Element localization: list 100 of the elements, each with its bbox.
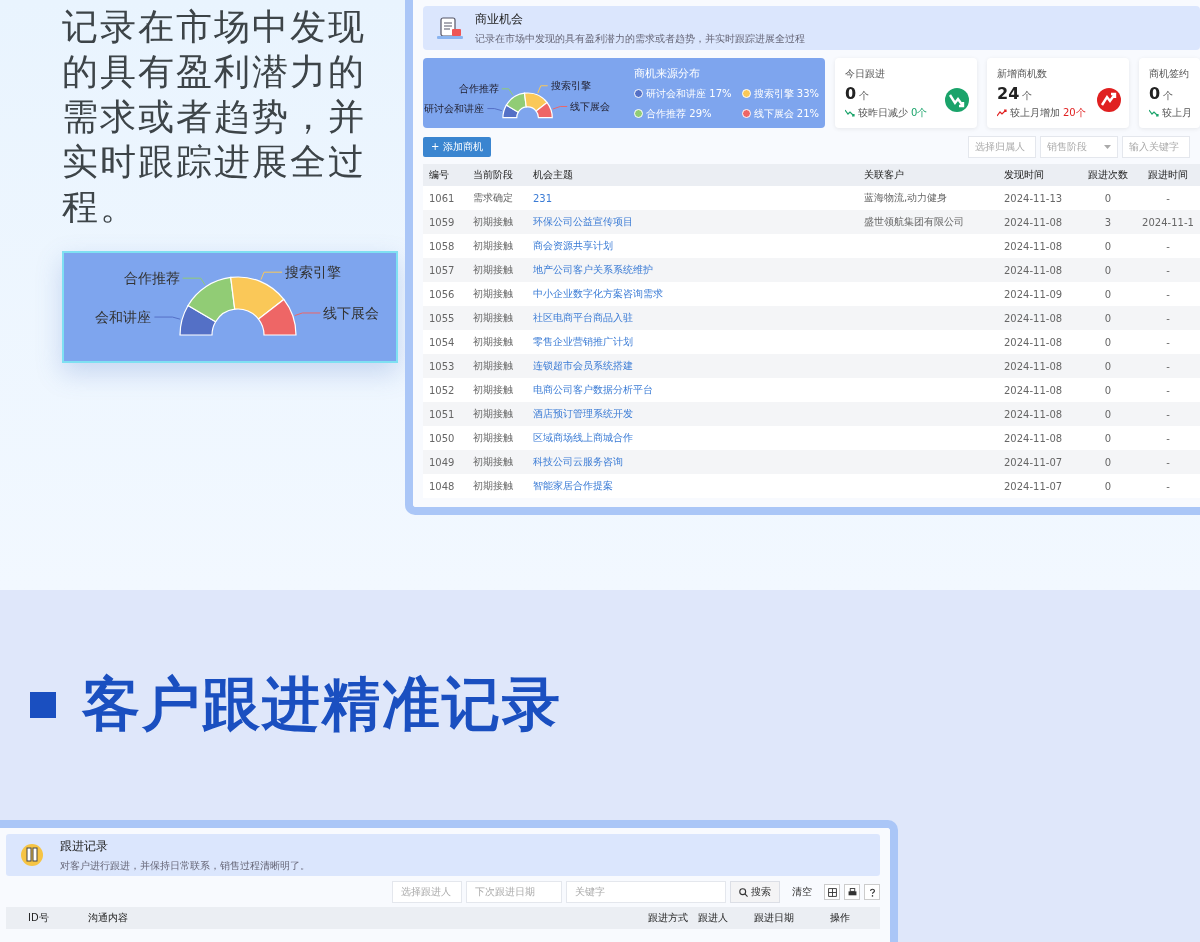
table-cell-text: -: [1165, 456, 1171, 468]
opportunity-link[interactable]: 零售企业营销推广计划: [533, 335, 864, 349]
table-cell-text: -: [1165, 336, 1171, 348]
chart-title: 商机来源分布: [634, 65, 702, 81]
opportunity-link[interactable]: 智能家居合作提案: [533, 479, 864, 493]
table-cell-text: 初期接触: [473, 479, 514, 493]
column-header: 跟进日期: [754, 911, 795, 925]
table-cell-text: -: [1165, 264, 1171, 276]
column-header: 机会主题: [533, 168, 574, 182]
opportunity-link[interactable]: 连锁超市会员系统搭建: [533, 359, 864, 373]
table-cell-text: 2024-11-07: [1004, 480, 1064, 492]
table-cell-text: 0: [1103, 408, 1113, 420]
table-cell-text: 0: [1103, 384, 1113, 396]
print-icon[interactable]: [844, 884, 860, 900]
table-cell-text: 3: [1103, 216, 1113, 228]
table-cell-text: 0: [1103, 288, 1113, 300]
table-cell-text: -: [1165, 240, 1171, 252]
search-button[interactable]: 搜索: [730, 881, 780, 903]
table-cell-text: 1055: [429, 312, 456, 324]
table-cell-text: 蓝海物流,动力健身: [864, 191, 949, 205]
table-cell-text: 初期接触: [473, 335, 514, 349]
table-cell-text: 初期接触: [473, 215, 514, 229]
chart-label: 线下展会: [570, 100, 611, 112]
columns-icon[interactable]: [824, 884, 840, 900]
column-header: 跟进时间: [1147, 168, 1189, 182]
opportunity-link[interactable]: 酒店预订管理系统开发: [533, 407, 864, 421]
stage-select[interactable]: 销售阶段: [1040, 136, 1118, 158]
trend-down-icon: [945, 88, 969, 112]
table-cell-text: 初期接触: [473, 239, 514, 253]
stat-title: 商机签约: [1149, 67, 1190, 81]
column-header: 关联客户: [864, 168, 905, 182]
table-cell-text: 0: [1103, 240, 1113, 252]
column-header: 发现时间: [1004, 168, 1045, 182]
table-cell-text: 0: [1103, 312, 1113, 324]
opportunity-link[interactable]: 科技公司云服务咨询: [533, 455, 864, 469]
chart-label: 线下展会: [323, 304, 380, 321]
leader-line: [153, 316, 181, 320]
table-cell-text: 1061: [429, 192, 456, 204]
opportunity-link[interactable]: 地产公司客户关系系统维护: [533, 263, 864, 277]
opportunity-link[interactable]: 电商公司客户数据分析平台: [533, 383, 864, 397]
page-description: 对客户进行跟进，并保持日常联系，销售过程清晰明了。: [60, 858, 310, 873]
table-cell-text: 1049: [429, 456, 456, 468]
legend-label: 线下展会 21%: [753, 106, 819, 121]
trend-up-icon: [1097, 88, 1121, 112]
help-icon[interactable]: [864, 884, 880, 900]
table-cell-text: -: [1165, 312, 1171, 324]
table-cell-text: 1051: [429, 408, 456, 420]
table-cell-text: 1053: [429, 360, 456, 372]
opportunity-link[interactable]: 区域商场线上商城合作: [533, 431, 864, 445]
column-header: ID号: [28, 911, 50, 925]
page-title: 商业机会: [475, 10, 524, 28]
opportunity-link[interactable]: 商会资源共享计划: [533, 239, 864, 253]
leader-line: [182, 277, 206, 286]
filter-field[interactable]: 下次跟进日期: [466, 881, 562, 903]
table-cell-text: 2024-11-07: [1004, 456, 1064, 468]
leader-line: [486, 108, 503, 112]
stat-comparison: 较昨日减少: [858, 106, 908, 120]
chart-label: 搜索引擎: [550, 80, 591, 92]
stat-change: 0个: [911, 106, 928, 120]
column-header: 跟进方式: [648, 911, 689, 925]
table-cell-text: 初期接触: [473, 359, 514, 373]
stat-title: 今日跟进: [845, 67, 886, 81]
table-cell-text: 0: [1103, 264, 1113, 276]
stat-comparison: 较上月: [1162, 106, 1192, 120]
notebook-icon: [20, 844, 44, 866]
table-cell-text: 1054: [429, 336, 456, 348]
table-cell-text: -: [1165, 480, 1171, 492]
search-icon: [739, 887, 748, 897]
filter-field[interactable]: 选择归属人: [968, 136, 1036, 158]
table-cell-text: 2024-11-08: [1004, 360, 1064, 372]
table-cell-text: 1058: [429, 240, 456, 252]
table-cell-text: 2024-11-08: [1004, 264, 1064, 276]
filter-field[interactable]: 关键字: [566, 881, 726, 903]
add-opportunity-button[interactable]: + 添加商机: [423, 137, 491, 157]
stat-value: 0: [845, 84, 857, 103]
table-cell-text: 初期接触: [473, 431, 514, 445]
stat-title: 新增商机数: [997, 67, 1048, 81]
opportunity-link[interactable]: 社区电商平台商品入驻: [533, 311, 864, 325]
caret-icon: [1104, 145, 1111, 149]
leader-line: [260, 271, 283, 281]
leader-line: [537, 85, 549, 94]
opportunity-link[interactable]: 231: [533, 192, 864, 204]
table-cell-text: -: [1165, 384, 1171, 396]
table-cell-text: 2024-11-08: [1004, 216, 1064, 228]
table-cell-text: -: [1165, 288, 1171, 300]
legend-label: 合作推荐 29%: [646, 106, 712, 121]
table-cell-text: 0: [1103, 336, 1113, 348]
chart-label: 合作推荐: [123, 270, 180, 287]
column-header: 操作: [830, 911, 851, 925]
table-cell-text: 初期接触: [473, 287, 514, 301]
opportunity-link[interactable]: 环保公司公益宣传项目: [533, 215, 864, 229]
filter-field[interactable]: 输入关键字: [1122, 136, 1190, 158]
filter-field[interactable]: 选择跟进人: [392, 881, 462, 903]
opportunity-link[interactable]: 中小企业数字化方案咨询需求: [533, 287, 864, 301]
clear-link[interactable]: 清空: [784, 885, 820, 899]
title-marker: [30, 692, 56, 718]
table-cell-text: -: [1165, 432, 1171, 444]
section-title: 客户跟进精准记录: [82, 669, 562, 740]
stat-change: 20个: [1063, 106, 1086, 120]
table-cell-text: 2024-11-08: [1004, 240, 1064, 252]
